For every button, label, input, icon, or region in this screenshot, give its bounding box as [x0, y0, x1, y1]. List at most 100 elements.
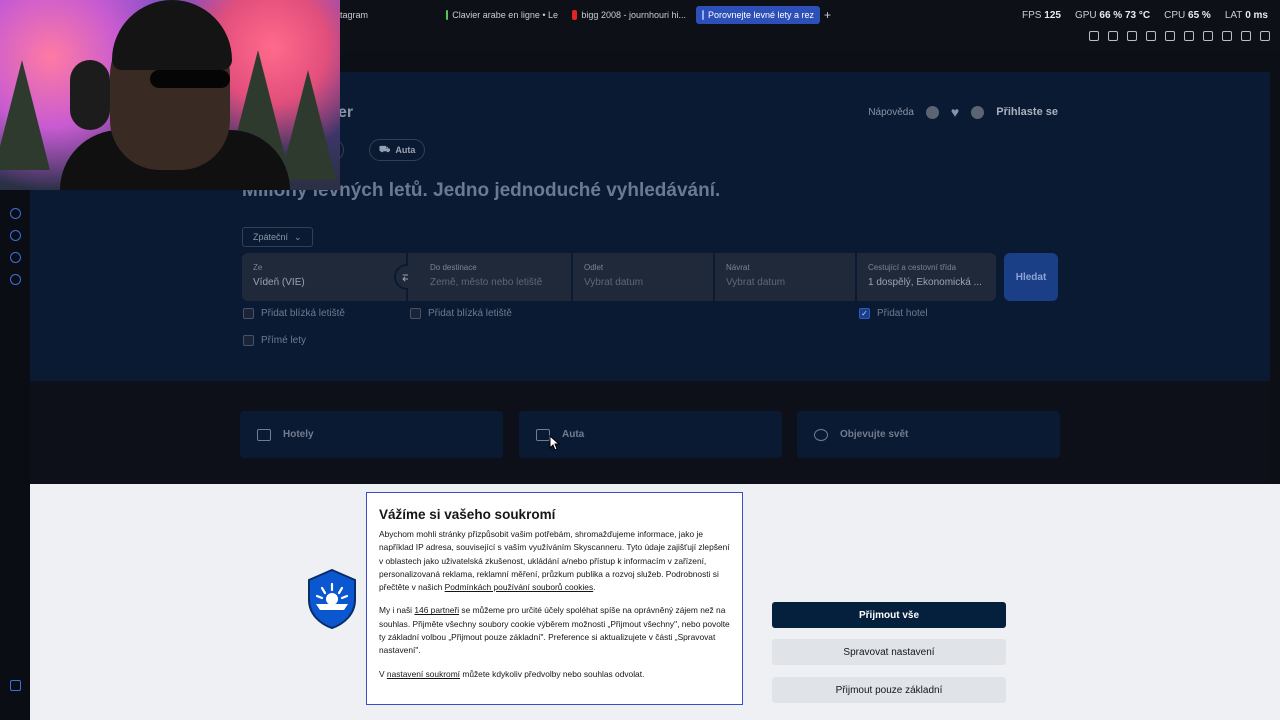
to-field[interactable]: Do destinace Země, město nebo letiště	[408, 253, 571, 301]
card-label: Hotely	[283, 429, 314, 440]
new-tab-button[interactable]: +	[824, 6, 831, 24]
user-icon	[971, 105, 985, 119]
menu-icon[interactable]	[1260, 31, 1270, 41]
trip-type-value: Zpáteční	[253, 232, 289, 242]
depart-label: Odlet	[584, 263, 604, 272]
travellers-label: Cestující a cestovní třída	[868, 263, 957, 272]
site-logo[interactable]: er	[338, 104, 353, 122]
cookie-text: V	[379, 668, 387, 679]
from-field[interactable]: Ze Vídeň (VIE)	[242, 253, 406, 301]
pill-cars[interactable]: ⛟ Auta	[369, 139, 426, 161]
checkbox-box	[243, 308, 254, 319]
depart-field[interactable]: Odlet Vybrat datum	[573, 253, 713, 301]
cookie-paragraph-3: V nastavení soukromí můžete kdykoliv pře…	[379, 668, 730, 681]
lat-label: LAT	[1224, 10, 1243, 21]
tree-shape	[0, 60, 50, 170]
beanie-shape	[112, 0, 232, 70]
checkbox-box	[410, 308, 421, 319]
fps-value: 125	[1044, 10, 1061, 21]
cookie-title: Vážíme si vašeho soukromí	[379, 507, 556, 522]
card-label: Objevujte svět	[840, 429, 909, 440]
add-hotel-checkbox[interactable]: ✓ Přidat hotel	[859, 308, 928, 319]
webcam-overlay	[0, 0, 340, 190]
gx-icon[interactable]	[10, 680, 21, 691]
screenshot-icon[interactable]	[1108, 31, 1118, 41]
checkbox-label: Přímé lety	[261, 335, 307, 346]
cpu-value: 65 %	[1188, 10, 1211, 21]
accept-basic-button[interactable]: Přijmout pouze základní	[772, 677, 1006, 703]
cookie-dialog: Vážíme si vašeho soukromí Abychom mohli …	[366, 492, 743, 705]
car-icon: ⛟	[379, 144, 391, 154]
checkbox-box	[243, 335, 254, 346]
glasses-shape	[150, 70, 230, 88]
explore-section: Hotely Auta Objevujte svět	[30, 381, 1270, 484]
tab-clavier[interactable]: Clavier arabe en ligne • Le	[446, 6, 558, 24]
header-nav: Nápověda ♥ Přihlaste se	[868, 104, 1058, 120]
return-placeholder: Vybrat datum	[726, 277, 786, 288]
card-explore[interactable]: Objevujte svět	[797, 411, 1060, 458]
globe-icon[interactable]	[925, 105, 939, 119]
privacy-settings-link[interactable]: nastavení soukromí	[387, 669, 460, 679]
tab-skyscanner[interactable]: Porovnejte levné lety a rez	[696, 6, 820, 24]
translate-icon[interactable]	[1146, 31, 1156, 41]
cookie-text: .	[593, 582, 596, 593]
cookie-policy-link[interactable]: Podmínkách používání souborů cookies	[445, 582, 594, 592]
accept-all-button[interactable]: Přijmout vše	[772, 602, 1006, 628]
partners-link[interactable]: 146 partneři	[414, 605, 459, 615]
tab-label: bigg 2008 - journhouri hi...	[581, 10, 686, 20]
tab-instagram[interactable]: tagram	[340, 6, 368, 24]
return-label: Návrat	[726, 263, 750, 272]
lat-value: 0 ms	[1245, 10, 1268, 21]
tree-shape	[280, 70, 336, 180]
play-icon[interactable]	[1165, 31, 1175, 41]
player-icon[interactable]	[10, 208, 21, 219]
account-icon[interactable]	[1203, 31, 1213, 41]
login-link[interactable]: Přihlaste se	[996, 106, 1058, 118]
privacy-shield-icon	[308, 568, 356, 630]
bed-icon	[257, 428, 271, 441]
heart-icon[interactable]	[1184, 31, 1194, 41]
gpu-label: GPU	[1074, 10, 1097, 21]
cookie-banner: Vážíme si vašeho soukromí Abychom mohli …	[30, 484, 1280, 720]
browser-toolbar	[1089, 31, 1270, 41]
browser-sidebar	[0, 190, 30, 720]
pill-label: Auta	[395, 145, 416, 155]
nearby-to-checkbox[interactable]: Přidat blízká letiště	[410, 308, 512, 319]
nearby-from-checkbox[interactable]: Přidat blízká letiště	[243, 308, 345, 319]
trip-type-select[interactable]: Zpáteční ⌄	[242, 227, 313, 247]
to-label: Do destinace	[430, 263, 477, 272]
tab-label: tagram	[340, 10, 369, 20]
search-button[interactable]: Hledat	[1004, 253, 1058, 301]
shield-icon[interactable]	[1127, 31, 1137, 41]
performance-stats: FPS 125 GPU 66 % 73 °C CPU 65 % LAT 0 ms	[1022, 10, 1268, 21]
tab-youtube[interactable]: bigg 2008 - journhouri hi...	[572, 6, 686, 24]
manage-settings-button[interactable]: Spravovat nastavení	[772, 639, 1006, 665]
settings-icon[interactable]	[10, 274, 21, 285]
history-icon[interactable]	[10, 230, 21, 241]
extensions-icon[interactable]	[10, 252, 21, 263]
cookie-paragraph-2: My i naši 146 partneři se můžeme pro urč…	[379, 604, 730, 657]
travellers-field[interactable]: Cestující a cestovní třída 1 dospělý, Ek…	[857, 253, 996, 301]
card-label: Auta	[562, 429, 585, 440]
download-icon[interactable]	[1222, 31, 1232, 41]
tab-label: Clavier arabe en ligne • Le	[452, 10, 558, 20]
tab-favicon-icon	[446, 10, 449, 20]
from-value: Vídeň (VIE)	[253, 277, 305, 288]
cookie-text: můžete kdykoliv předvolby nebo souhlas o…	[460, 668, 645, 679]
return-field[interactable]: Návrat Vybrat datum	[715, 253, 855, 301]
checkbox-label: Přidat hotel	[877, 308, 928, 319]
depart-placeholder: Vybrat datum	[584, 277, 644, 288]
youtube-icon	[572, 10, 578, 20]
check-icon: ✓	[859, 308, 870, 319]
cookie-text: My i naši	[379, 605, 415, 616]
globe-icon	[814, 428, 828, 441]
card-hotels[interactable]: Hotely	[240, 411, 503, 458]
help-link[interactable]: Nápověda	[868, 107, 914, 118]
direct-flights-checkbox[interactable]: Přímé lety	[243, 335, 306, 346]
car-icon	[536, 428, 550, 441]
chevron-down-icon: ⌄	[294, 231, 302, 242]
pin-icon[interactable]	[1089, 31, 1099, 41]
gpu-value: 66 % 73 °C	[1099, 10, 1151, 21]
ai-icon[interactable]	[1241, 31, 1251, 41]
heart-icon[interactable]: ♥	[951, 104, 959, 120]
